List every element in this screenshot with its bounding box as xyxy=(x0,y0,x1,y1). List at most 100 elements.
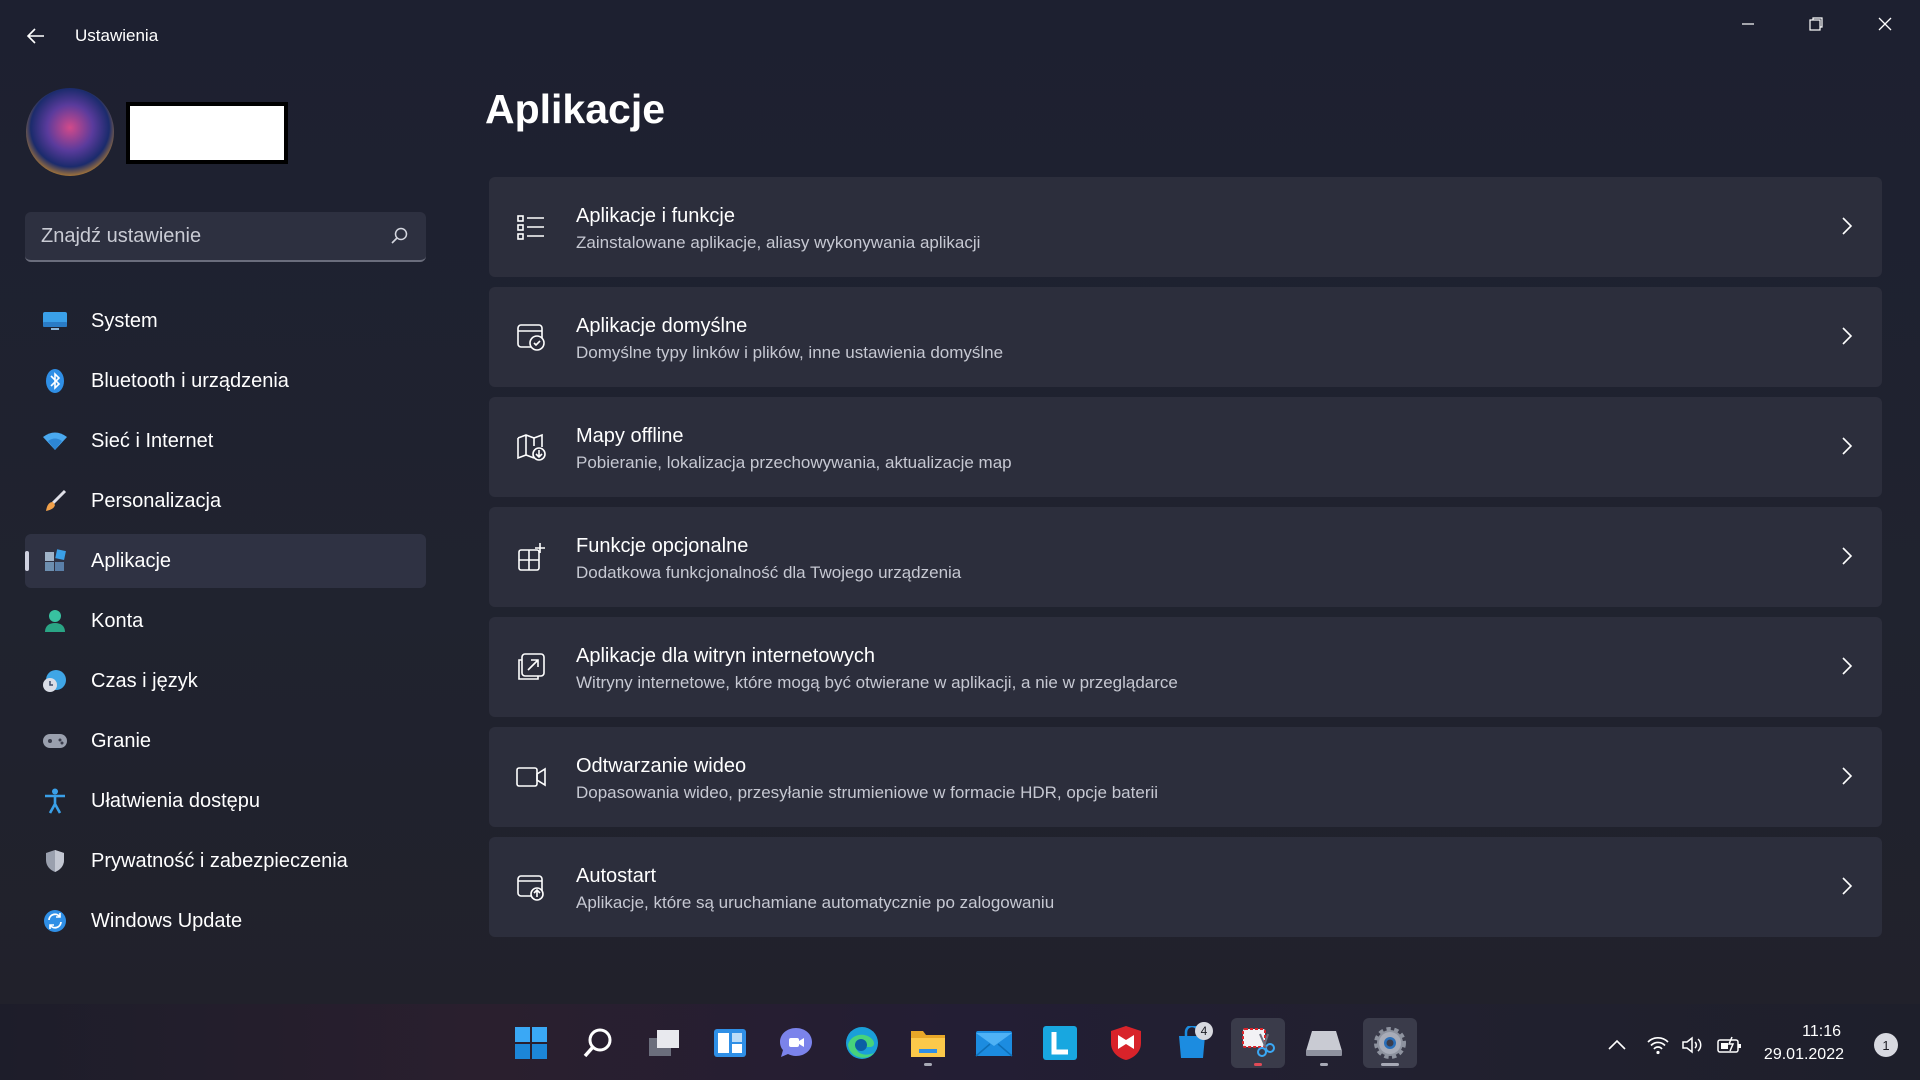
sidebar-item-time-language[interactable]: Czas i język xyxy=(25,654,426,708)
chevron-up-icon[interactable] xyxy=(1604,1034,1630,1056)
card-subtitle: Dopasowania wideo, przesyłanie strumieni… xyxy=(576,783,1159,802)
sidebar-item-bluetooth[interactable]: Bluetooth i urządzenia xyxy=(25,354,426,408)
optional-features-icon xyxy=(515,541,547,573)
close-button[interactable] xyxy=(1857,8,1913,40)
search-box[interactable]: Znajdź ustawienie xyxy=(25,212,426,262)
battery-charging-icon[interactable] xyxy=(1717,1034,1743,1056)
card-startup[interactable]: Autostart Aplikacje, które są uruchamian… xyxy=(489,837,1882,937)
settings-window: Ustawienia Znajdź ustawienie System Blue… xyxy=(0,0,1920,1004)
card-video-playback[interactable]: Odtwarzanie wideo Dopasowania wideo, prz… xyxy=(489,727,1882,827)
back-button[interactable] xyxy=(22,22,50,50)
wifi-icon xyxy=(42,428,68,454)
clock-date: 29.01.2022 xyxy=(1763,1046,1844,1063)
startup-icon xyxy=(515,871,547,903)
card-title: Aplikacje i funkcje xyxy=(576,205,735,227)
restore-button[interactable] xyxy=(1788,8,1844,40)
back-arrow-icon xyxy=(26,28,44,44)
list-icon xyxy=(515,211,547,243)
taskbar-search-button[interactable] xyxy=(571,1018,625,1068)
sidebar-item-label: Konta xyxy=(91,609,144,632)
start-icon xyxy=(515,1027,547,1059)
running-indicator xyxy=(924,1063,932,1066)
account-icon xyxy=(42,608,68,634)
card-subtitle: Pobieranie, lokalizacja przechowywania, … xyxy=(576,453,1012,472)
card-default-apps[interactable]: Aplikacje domyślne Domyślne typy linków … xyxy=(489,287,1882,387)
card-title: Aplikacje domyślne xyxy=(576,315,748,337)
wifi-tray-icon[interactable] xyxy=(1645,1034,1671,1056)
running-indicator xyxy=(1320,1063,1328,1066)
drive-icon xyxy=(1306,1031,1342,1056)
page-title: Aplikacje xyxy=(485,86,666,132)
taskbar-l-app-button[interactable] xyxy=(1033,1018,1087,1068)
card-offline-maps[interactable]: Mapy offline Pobieranie, lokalizacja prz… xyxy=(489,397,1882,497)
taskbar-start-button[interactable] xyxy=(504,1018,558,1068)
sidebar-item-system[interactable]: System xyxy=(25,294,426,348)
widgets-icon xyxy=(714,1029,746,1057)
globe-clock-icon xyxy=(42,668,68,694)
chevron-right-icon xyxy=(1840,325,1854,352)
close-icon xyxy=(1878,17,1892,31)
taskbar-edge-button[interactable] xyxy=(835,1018,889,1068)
sidebar-item-network[interactable]: Sieć i Internet xyxy=(25,414,426,468)
taskbar: 4 11:16 29.01.2022 1 xyxy=(0,1004,1920,1080)
minimize-button[interactable] xyxy=(1720,8,1776,40)
card-optional-features[interactable]: Funkcje opcjonalne Dodatkowa funkcjonaln… xyxy=(489,507,1882,607)
active-indicator xyxy=(25,551,29,571)
card-web-apps[interactable]: Aplikacje dla witryn internetowych Witry… xyxy=(489,617,1882,717)
search-icon[interactable] xyxy=(390,226,410,251)
card-title: Odtwarzanie wideo xyxy=(576,755,747,777)
monitor-icon xyxy=(42,308,68,334)
card-subtitle: Dodatkowa funkcjonalność dla Twojego urz… xyxy=(576,563,962,582)
taskbar-chat-button[interactable] xyxy=(769,1018,823,1068)
file-explorer-icon xyxy=(911,1031,945,1057)
card-apps-features[interactable]: Aplikacje i funkcje Zainstalowane aplika… xyxy=(489,177,1882,277)
sidebar-item-gaming[interactable]: Granie xyxy=(25,714,426,768)
sidebar-item-label: Personalizacja xyxy=(91,489,222,512)
card-title: Autostart xyxy=(576,865,657,887)
sidebar-item-accessibility[interactable]: Ułatwienia dostępu xyxy=(25,774,426,828)
gamepad-icon xyxy=(42,728,68,754)
accessibility-icon xyxy=(42,788,68,814)
taskbar-store-button[interactable]: 4 xyxy=(1165,1018,1219,1068)
chevron-right-icon xyxy=(1840,875,1854,902)
search-input[interactable]: Znajdź ustawienie xyxy=(41,225,201,248)
sidebar-item-label: Czas i język xyxy=(91,669,198,692)
sidebar-item-windows-update[interactable]: Windows Update xyxy=(25,894,426,948)
user-avatar[interactable] xyxy=(26,88,114,176)
taskbar-mail-button[interactable] xyxy=(967,1018,1021,1068)
card-subtitle: Zainstalowane aplikacje, aliasy wykonywa… xyxy=(576,233,981,252)
sidebar-item-label: Bluetooth i urządzenia xyxy=(91,369,289,392)
sidebar-item-label: Windows Update xyxy=(91,909,243,932)
running-indicator xyxy=(1254,1063,1262,1066)
sidebar-item-accounts[interactable]: Konta xyxy=(25,594,426,648)
taskbar-file-explorer-button[interactable] xyxy=(901,1018,955,1068)
app-title: Ustawienia xyxy=(75,26,159,45)
taskbar-drive-button[interactable] xyxy=(1297,1018,1351,1068)
snipping-tool-icon xyxy=(1242,1028,1275,1057)
card-subtitle: Witryny internetowe, które mogą być otwi… xyxy=(576,673,1178,692)
settings-cards: Aplikacje i funkcje Zainstalowane aplika… xyxy=(489,177,1882,947)
store-badge: 4 xyxy=(1195,1022,1213,1040)
card-title: Aplikacje dla witryn internetowych xyxy=(576,645,876,667)
edge-icon xyxy=(846,1027,878,1059)
sidebar-item-apps[interactable]: Aplikacje xyxy=(25,534,426,588)
taskbar-widgets-button[interactable] xyxy=(703,1018,757,1068)
taskbar-mcafee-button[interactable] xyxy=(1099,1018,1153,1068)
sidebar-item-label: Prywatność i zabezpieczenia xyxy=(91,849,348,872)
sidebar-nav: System Bluetooth i urządzenia Sieć i Int… xyxy=(25,294,426,954)
volume-icon[interactable] xyxy=(1680,1034,1706,1056)
taskbar-snipping-tool-button[interactable] xyxy=(1231,1018,1285,1068)
user-name-box xyxy=(126,102,288,164)
minimize-icon xyxy=(1742,23,1754,25)
sidebar-item-privacy[interactable]: Prywatność i zabezpieczenia xyxy=(25,834,426,888)
card-subtitle: Aplikacje, które są uruchamiane automaty… xyxy=(576,893,1055,912)
sidebar-item-label: Sieć i Internet xyxy=(91,429,214,452)
chevron-right-icon xyxy=(1840,215,1854,242)
update-icon xyxy=(42,908,68,934)
sidebar-item-personalization[interactable]: Personalizacja xyxy=(25,474,426,528)
taskbar-settings-button[interactable] xyxy=(1363,1018,1417,1068)
l-app-icon xyxy=(1043,1026,1077,1060)
notification-count-badge[interactable]: 1 xyxy=(1874,1033,1898,1057)
taskbar-task-view-button[interactable] xyxy=(637,1018,691,1068)
web-apps-icon xyxy=(515,651,547,683)
